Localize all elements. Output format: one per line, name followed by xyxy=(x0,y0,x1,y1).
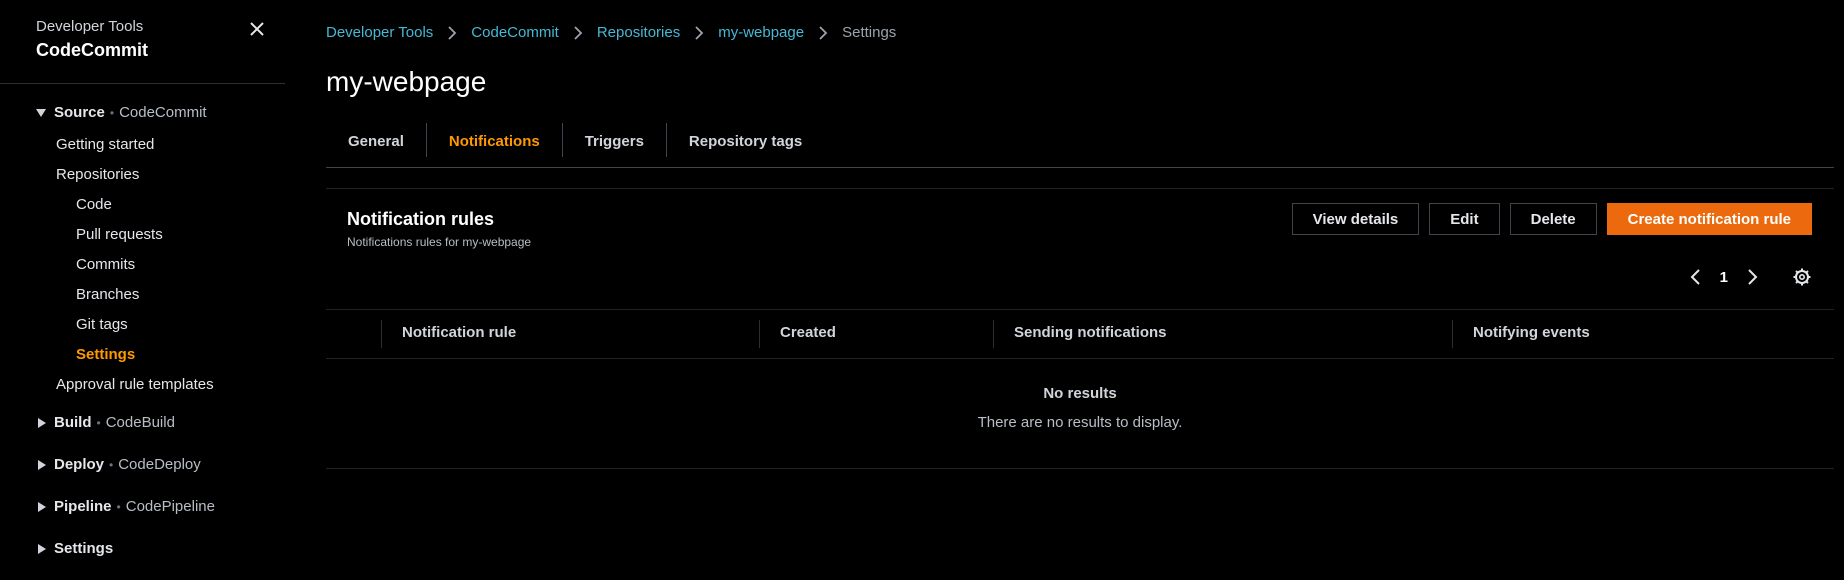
sidebar-item-git-tags[interactable]: Git tags xyxy=(76,316,128,333)
create-notification-rule-button[interactable]: Create notification rule xyxy=(1606,203,1812,235)
sidebar-header: Developer Tools CodeCommit xyxy=(36,18,148,61)
page-title: my-webpage xyxy=(326,66,487,97)
chevron-right-icon xyxy=(819,25,828,40)
column-divider[interactable] xyxy=(1452,320,1453,348)
panel-title: Notification rules xyxy=(347,209,495,229)
section-sub: CodePipeline xyxy=(125,498,215,515)
section-sub: CodeDeploy xyxy=(118,456,201,473)
section-name: Settings xyxy=(54,540,114,557)
chevron-right-icon[interactable] xyxy=(1742,267,1762,287)
tab-repository-tags[interactable]: Repository tags xyxy=(667,123,824,157)
view-details-button[interactable]: View details xyxy=(1291,203,1420,235)
separator-dot: • xyxy=(116,499,121,514)
empty-state: No results There are no results to displ… xyxy=(326,359,1834,469)
caret-right-icon xyxy=(38,417,46,428)
delete-button[interactable]: Delete xyxy=(1509,203,1597,235)
sidebar-item-getting-started[interactable]: Getting started xyxy=(56,136,154,153)
pagination: 1 xyxy=(1686,267,1812,287)
sidebar-title[interactable]: CodeCommit xyxy=(36,40,148,61)
sidebar-item-settings[interactable]: Settings xyxy=(76,346,135,363)
gear-icon[interactable] xyxy=(1792,267,1812,287)
section-sub: CodeBuild xyxy=(105,414,175,431)
sidebar-section-deploy[interactable]: Deploy • CodeDeploy xyxy=(36,456,201,473)
column-header-created[interactable]: Created xyxy=(780,324,836,341)
section-name: Source xyxy=(54,104,105,121)
section-name: Pipeline xyxy=(54,498,112,515)
separator-dot: • xyxy=(109,457,114,472)
tab-triggers[interactable]: Triggers xyxy=(563,123,667,157)
section-name: Build xyxy=(54,414,92,431)
chevron-right-icon xyxy=(574,25,583,40)
column-header-notification-rule[interactable]: Notification rule xyxy=(402,324,516,341)
column-divider xyxy=(381,320,382,348)
sidebar-section-source[interactable]: Source • CodeCommit xyxy=(36,104,207,121)
sidebar-item-code[interactable]: Code xyxy=(76,196,112,213)
panel-actions: View details Edit Delete Create notifica… xyxy=(1291,203,1812,235)
panel-description: Notifications rules for my-webpage xyxy=(347,235,532,249)
caret-right-icon xyxy=(38,501,46,512)
sidebar-item-branches[interactable]: Branches xyxy=(76,286,139,303)
breadcrumb-settings: Settings xyxy=(842,24,897,41)
caret-right-icon xyxy=(38,543,46,554)
empty-state-title: No results xyxy=(1043,385,1117,402)
sidebar-service-name: Developer Tools xyxy=(36,18,144,35)
page-number[interactable]: 1 xyxy=(1720,269,1728,286)
caret-right-icon xyxy=(38,459,46,470)
notification-rules-panel: Notification rules Notifications rules f… xyxy=(326,188,1834,469)
column-header-sending-notifications[interactable]: Sending notifications xyxy=(1014,324,1167,341)
caret-down-icon xyxy=(36,108,46,117)
tab-general[interactable]: General xyxy=(326,123,427,157)
breadcrumb-repositories[interactable]: Repositories xyxy=(597,24,680,41)
column-divider[interactable] xyxy=(993,320,994,348)
chevron-left-icon[interactable] xyxy=(1686,267,1706,287)
sidebar-item-pull-requests[interactable]: Pull requests xyxy=(76,226,163,243)
chevron-right-icon xyxy=(695,25,704,40)
sidebar-divider xyxy=(0,83,285,84)
sidebar-item-repositories[interactable]: Repositories xyxy=(56,166,139,183)
sidebar-section-pipeline[interactable]: Pipeline • CodePipeline xyxy=(36,498,215,515)
sidebar-item-approval-rule-templates[interactable]: Approval rule templates xyxy=(56,376,214,393)
section-sub: CodeCommit xyxy=(119,104,207,121)
table-header: Notification rule Created Sending notifi… xyxy=(326,309,1834,359)
breadcrumb-codecommit[interactable]: CodeCommit xyxy=(471,24,559,41)
separator-dot: • xyxy=(96,415,101,430)
edit-button[interactable]: Edit xyxy=(1429,203,1500,235)
sidebar-section-settings[interactable]: Settings xyxy=(36,540,113,557)
close-icon[interactable] xyxy=(246,18,268,40)
section-name: Deploy xyxy=(54,456,105,473)
tab-notifications[interactable]: Notifications xyxy=(427,123,563,157)
breadcrumb-my-webpage[interactable]: my-webpage xyxy=(718,24,804,41)
column-header-notifying-events[interactable]: Notifying events xyxy=(1473,324,1590,341)
sidebar: Developer Tools CodeCommit Source • Code… xyxy=(0,0,285,580)
breadcrumb-developer-tools[interactable]: Developer Tools xyxy=(326,24,433,41)
tab-bar: General Notifications Triggers Repositor… xyxy=(326,120,1834,168)
column-divider[interactable] xyxy=(759,320,760,348)
separator-dot: • xyxy=(109,105,115,120)
breadcrumb: Developer Tools CodeCommit Repositories … xyxy=(326,24,896,41)
chevron-right-icon xyxy=(448,25,457,40)
sidebar-item-commits[interactable]: Commits xyxy=(76,256,135,273)
sidebar-section-build[interactable]: Build • CodeBuild xyxy=(36,414,175,431)
empty-state-description: There are no results to display. xyxy=(977,414,1183,431)
